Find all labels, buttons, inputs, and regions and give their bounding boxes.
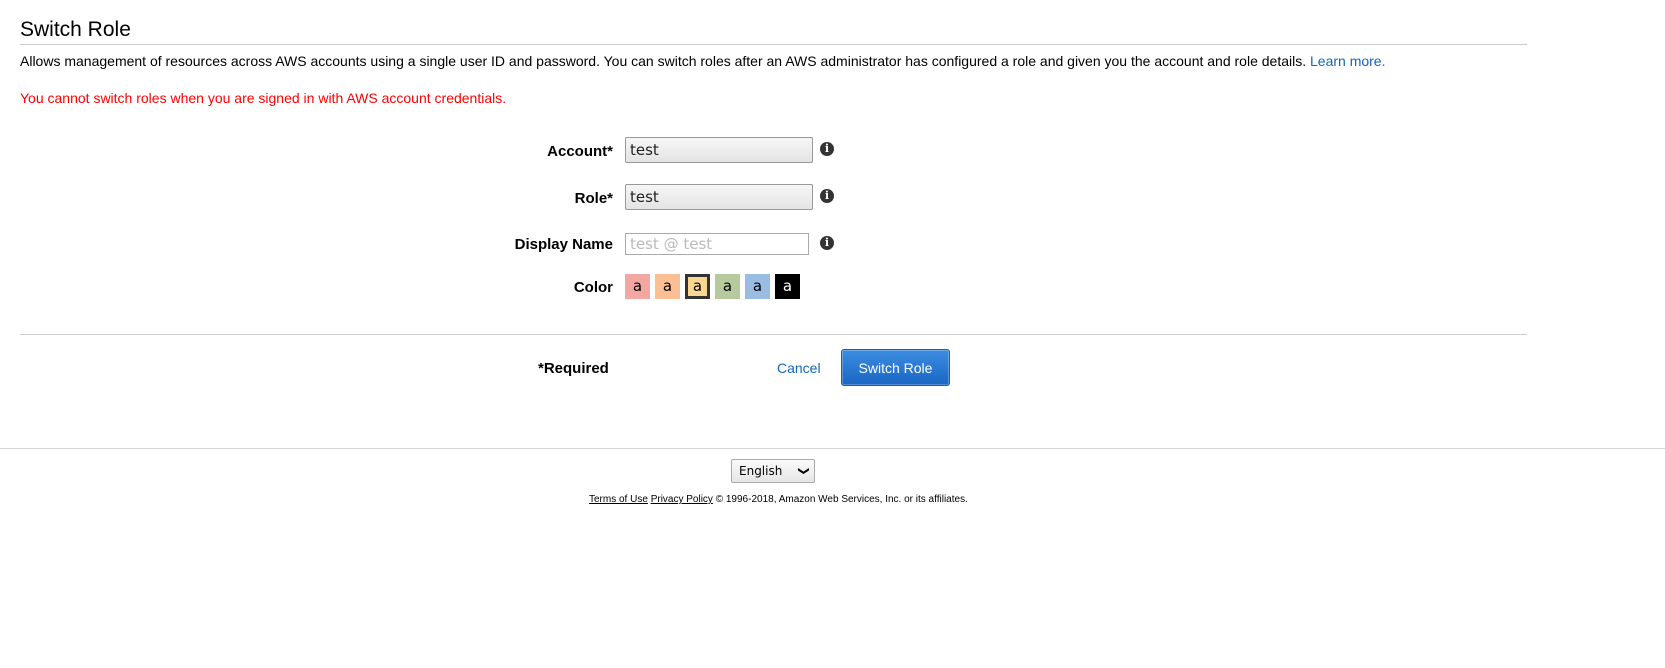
privacy-link[interactable]: Privacy Policy (651, 494, 713, 505)
chevron-down-icon: ❯ (797, 466, 811, 476)
color-swatch-1[interactable]: a (655, 274, 680, 299)
terms-link[interactable]: Terms of Use (589, 494, 648, 505)
error-message: You cannot switch roles when you are sig… (20, 90, 507, 106)
role-input[interactable] (625, 184, 813, 210)
color-swatch-5[interactable]: a (775, 274, 800, 299)
footer-divider (0, 448, 1665, 449)
switch-role-button[interactable]: Switch Role (841, 349, 950, 386)
learn-more-link[interactable]: Learn more. (1310, 53, 1385, 69)
color-swatch-3[interactable]: a (715, 274, 740, 299)
display-name-info-icon[interactable]: i (820, 236, 834, 250)
role-label: Role* (574, 190, 613, 207)
language-select[interactable]: English ❯ (731, 459, 815, 483)
language-value: English (739, 464, 783, 478)
account-input[interactable] (625, 137, 813, 163)
color-swatch-0[interactable]: a (625, 274, 650, 299)
title-divider (20, 44, 1527, 45)
account-label: Account* (547, 143, 613, 160)
account-info-icon[interactable]: i (820, 142, 834, 156)
color-swatch-4[interactable]: a (745, 274, 770, 299)
form-divider (20, 334, 1527, 335)
role-info-icon[interactable]: i (820, 189, 834, 203)
page-title: Switch Role (20, 18, 131, 41)
color-label: Color (573, 279, 613, 296)
switch-role-page: Switch Role Allows management of resourc… (0, 0, 1665, 668)
color-swatch-2[interactable]: a (685, 274, 710, 299)
cancel-link[interactable]: Cancel (777, 360, 821, 376)
display-name-input[interactable] (625, 233, 809, 255)
footer-links: Terms of Use Privacy Policy © 1996-2018,… (589, 494, 968, 505)
description-text: Allows management of resources across AW… (20, 53, 1310, 69)
copyright: © 1996-2018, Amazon Web Services, Inc. o… (715, 494, 968, 505)
description: Allows management of resources across AW… (20, 53, 1520, 69)
required-note: *Required (538, 360, 609, 377)
display-name-label: Display Name (514, 236, 613, 253)
